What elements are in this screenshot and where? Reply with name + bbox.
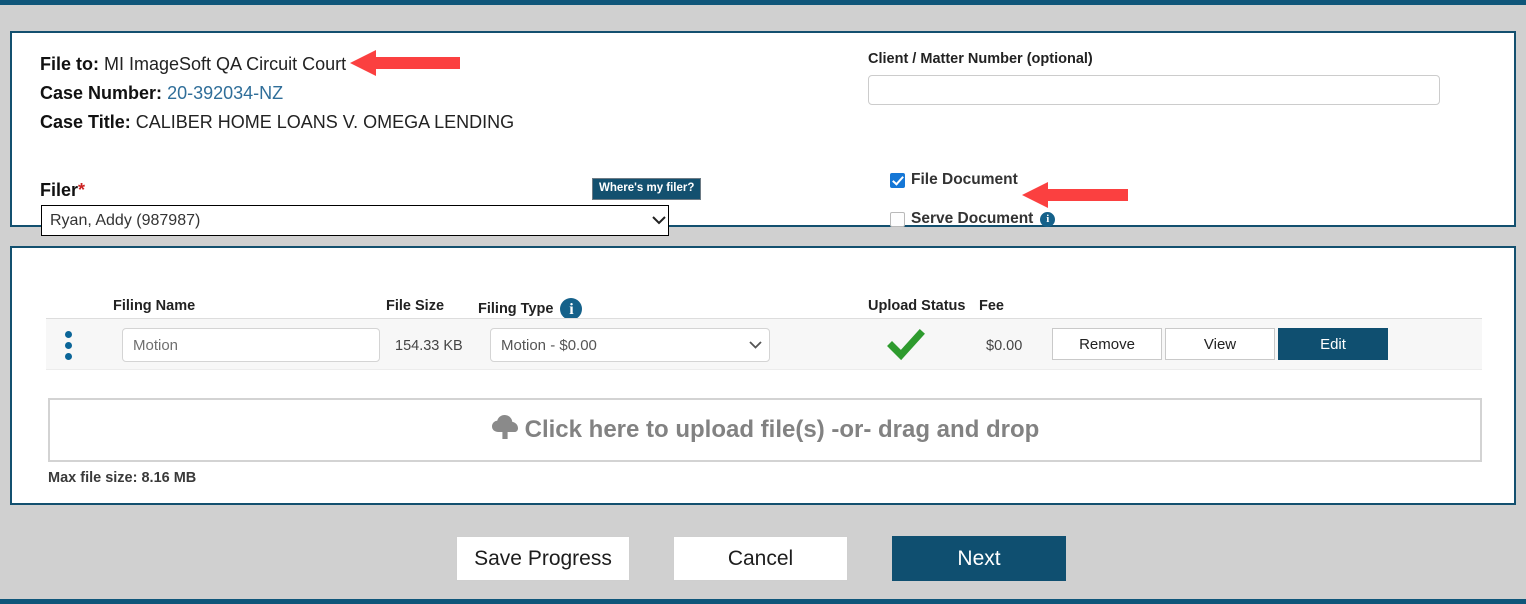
column-header-fee: Fee xyxy=(979,298,1004,314)
filings-panel: Filing Name File Size Filing Type i Uplo… xyxy=(10,246,1516,505)
save-progress-button[interactable]: Save Progress xyxy=(456,536,630,581)
dropzone-text-group: Click here to upload file(s) -or- drag a… xyxy=(491,414,1040,447)
case-number-line: Case Number: 20-392034-NZ xyxy=(40,79,514,108)
case-info-block: File to: MI ImageSoft QA Circuit Court C… xyxy=(40,50,514,137)
green-check-icon xyxy=(886,327,926,363)
file-document-label: File Document xyxy=(911,171,1018,188)
max-file-size-label: Max file size: 8.16 MB xyxy=(48,470,197,486)
remove-button[interactable]: Remove xyxy=(1052,328,1162,360)
serve-document-checkbox-row[interactable]: Serve Document i xyxy=(890,210,1056,228)
filing-name-input[interactable] xyxy=(122,328,380,362)
next-button[interactable]: Next xyxy=(892,536,1066,581)
column-header-filing-type-text: Filing Type xyxy=(478,301,554,317)
edit-button[interactable]: Edit xyxy=(1278,328,1388,360)
file-document-checkbox-row[interactable]: File Document xyxy=(890,171,1018,189)
serve-document-checkbox[interactable] xyxy=(890,211,905,227)
file-to-value: MI ImageSoft QA Circuit Court xyxy=(104,54,347,74)
dropzone-label: Click here to upload file(s) -or- drag a… xyxy=(524,416,1040,443)
cloud-upload-icon xyxy=(491,414,519,447)
file-document-checkbox[interactable] xyxy=(890,172,905,188)
filing-type-select[interactable]: Motion - $0.00 xyxy=(490,328,770,362)
file-size-value: 154.33 KB xyxy=(395,338,463,354)
bottom-accent-bar xyxy=(0,599,1526,604)
column-header-file-size: File Size xyxy=(386,298,445,314)
client-matter-number-label: Client / Matter Number (optional) xyxy=(868,51,1093,67)
filer-select[interactable]: Ryan, Addy (987987) xyxy=(41,205,669,236)
view-button[interactable]: View xyxy=(1165,328,1275,360)
table-row: 154.33 KB Motion - $0.00 $0.00 Remove Vi… xyxy=(46,318,1482,370)
serve-document-info-icon[interactable]: i xyxy=(1040,211,1056,227)
case-title-label: Case Title: xyxy=(40,112,131,132)
client-matter-number-input[interactable] xyxy=(868,75,1440,105)
drag-handle-icon[interactable] xyxy=(65,331,73,360)
case-number-value: 20-392034-NZ xyxy=(167,83,284,103)
column-header-filing-name: Filing Name xyxy=(113,298,196,314)
filer-label: Filer* xyxy=(40,180,85,201)
column-header-upload-status: Upload Status xyxy=(868,298,966,314)
filing-type-info-icon[interactable]: i xyxy=(560,298,583,320)
serve-document-label: Serve Document xyxy=(911,210,1034,227)
case-number-label: Case Number: xyxy=(40,83,163,103)
filer-label-text: Filer xyxy=(40,180,79,200)
cancel-button[interactable]: Cancel xyxy=(673,536,848,581)
case-information-panel: File to: MI ImageSoft QA Circuit Court C… xyxy=(10,31,1516,236)
wheres-my-filer-tooltip[interactable]: Where's my filer? xyxy=(592,178,702,200)
case-title-line: Case Title: CALIBER HOME LOANS V. OMEGA … xyxy=(40,108,514,137)
fee-value: $0.00 xyxy=(986,338,1023,354)
required-asterisk: * xyxy=(78,180,86,200)
case-title-value: CALIBER HOME LOANS V. OMEGA LENDING xyxy=(135,112,515,132)
file-to-line: File to: MI ImageSoft QA Circuit Court xyxy=(40,50,514,79)
column-header-filing-type: Filing Type i xyxy=(478,298,583,320)
file-upload-dropzone[interactable]: Click here to upload file(s) -or- drag a… xyxy=(48,398,1482,462)
file-to-label: File to: xyxy=(40,54,99,74)
top-accent-bar xyxy=(0,0,1526,5)
